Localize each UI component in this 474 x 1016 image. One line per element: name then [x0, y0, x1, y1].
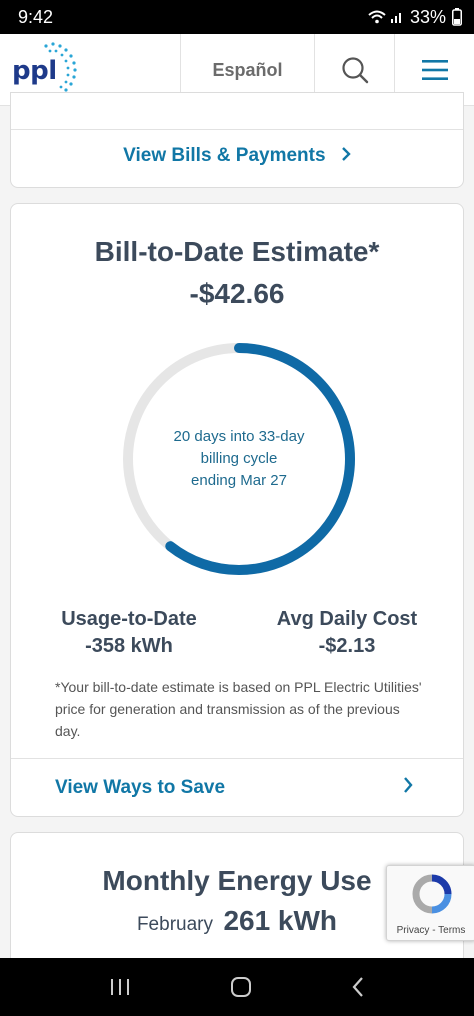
- estimate-title: Bill-to-Date Estimate*: [94, 236, 380, 267]
- energy-kwh: 261 kWh: [223, 905, 338, 936]
- recaptcha-logo-icon: [412, 874, 452, 914]
- cycle-line-3: ending Mar 27: [191, 472, 287, 489]
- avg-daily-cost: Avg Daily Cost -$2.13: [247, 608, 447, 658]
- view-ways-to-save-link[interactable]: View Ways to Save: [55, 777, 225, 799]
- divider: [11, 129, 463, 130]
- cycle-line-2: billing cycle: [200, 450, 278, 467]
- recaptcha-separator: -: [429, 925, 439, 936]
- estimate-amount: -$42.66: [189, 278, 285, 309]
- battery-level: 33%: [409, 6, 446, 27]
- view-bills-label: View Bills & Payments: [123, 145, 326, 166]
- bills-card: View Bills & Payments: [10, 92, 464, 188]
- usage-label: Usage-to-Date: [61, 608, 197, 630]
- chevron-right-icon[interactable]: [403, 777, 413, 793]
- android-nav-bar: [0, 958, 474, 1016]
- avg-label: Avg Daily Cost: [276, 608, 418, 630]
- status-icons: [368, 10, 404, 24]
- status-bar: 9:42 33%: [0, 0, 474, 34]
- view-bills-link[interactable]: View Bills & Payments: [11, 145, 463, 167]
- recaptcha-links: Privacy - Terms: [387, 925, 474, 936]
- divider: [11, 758, 463, 759]
- status-right: 33%: [368, 7, 462, 28]
- energy-month: February: [136, 914, 213, 935]
- wifi-icon: [368, 10, 386, 24]
- bill-estimate-card: Bill-to-Date Estimate* -$42.66 20 days i…: [10, 203, 464, 817]
- status-time: 9:42: [18, 6, 54, 27]
- home-icon[interactable]: [230, 976, 252, 998]
- back-icon[interactable]: [351, 976, 365, 998]
- terms-link[interactable]: Terms: [438, 925, 465, 936]
- battery-icon: [452, 8, 462, 26]
- privacy-link[interactable]: Privacy: [397, 925, 430, 936]
- logo-text: ppl: [12, 56, 57, 86]
- hamburger-menu-icon: [421, 60, 448, 80]
- estimate-footnote: *Your bill-to-date estimate is based on …: [55, 679, 422, 739]
- chevron-right-icon: [341, 147, 351, 161]
- recaptcha-badge[interactable]: Privacy - Terms: [386, 865, 474, 941]
- cycle-line-1: 20 days into 33-day: [173, 428, 305, 445]
- signal-icon: [390, 13, 401, 23]
- avg-value: -$2.13: [318, 635, 376, 657]
- recent-apps-icon[interactable]: [109, 977, 131, 997]
- billing-cycle-text: 20 days into 33-day billing cycle ending…: [149, 426, 329, 492]
- usage-to-date: Usage-to-Date -358 kWh: [29, 608, 229, 658]
- search-icon: [341, 57, 368, 84]
- usage-value: -358 kWh: [85, 635, 173, 657]
